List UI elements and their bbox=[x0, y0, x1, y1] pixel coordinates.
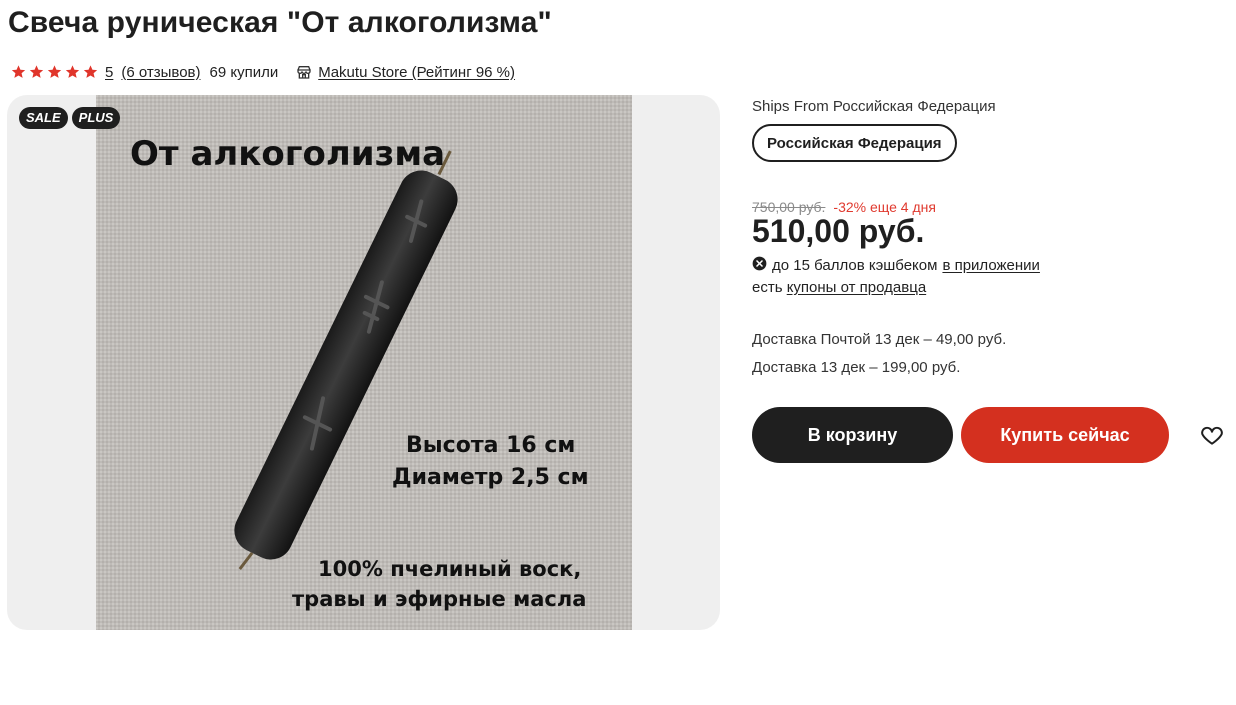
add-to-cart-button[interactable]: В корзину bbox=[752, 407, 953, 463]
ship-country-chip[interactable]: Российская Федерация bbox=[752, 124, 957, 162]
delivery-standard: Доставка 13 дек – 199,00 руб. bbox=[752, 359, 961, 376]
rating-value-link[interactable]: 5 bbox=[105, 64, 113, 81]
ships-from-label: Ships From Российская Федерация bbox=[752, 98, 996, 115]
delivery-post: Доставка Почтой 13 дек – 49,00 руб. bbox=[752, 331, 1007, 348]
star-icon bbox=[46, 64, 63, 80]
image-headline: От алкоголизма bbox=[130, 134, 445, 174]
store-link[interactable]: Makutu Store (Рейтинг 96 %) bbox=[318, 64, 515, 81]
coupon-link[interactable]: купоны от продавца bbox=[787, 279, 926, 296]
star-icon bbox=[10, 64, 27, 80]
image-height-text: Высота 16 см bbox=[406, 433, 575, 458]
sale-badge: SALE bbox=[19, 107, 68, 129]
product-photo[interactable]: От алкоголизма Высота 16 см Диаметр 2,5 … bbox=[96, 95, 632, 630]
coupon-text: есть bbox=[752, 279, 783, 296]
coupon-row: есть купоны от продавца bbox=[752, 279, 926, 296]
star-icon bbox=[28, 64, 45, 80]
star-icon bbox=[64, 64, 81, 80]
plus-badge: PLUS bbox=[71, 107, 121, 129]
current-price: 510,00 руб. bbox=[752, 213, 925, 249]
badges: SALE PLUS bbox=[19, 107, 121, 129]
bought-count: 69 купили bbox=[209, 63, 279, 81]
cashback-app-link[interactable]: в приложении bbox=[942, 257, 1040, 274]
image-material-line1: 100% пчелиный воск, bbox=[318, 557, 581, 581]
image-material-line2: травы и эфирные масла bbox=[292, 587, 586, 611]
store-icon bbox=[296, 64, 312, 80]
buy-now-button[interactable]: Купить сейчас bbox=[961, 407, 1169, 463]
product-meta: 5 (6 отзывов) 69 купили Makutu Store (Ре… bbox=[10, 61, 515, 83]
image-diameter-text: Диаметр 2,5 см bbox=[392, 465, 589, 490]
rating-stars bbox=[10, 64, 99, 80]
star-icon bbox=[82, 64, 99, 80]
close-circle-icon bbox=[752, 256, 767, 275]
cashback-text: до 15 баллов кэшбеком bbox=[772, 257, 938, 274]
product-gallery[interactable]: От алкоголизма Высота 16 см Диаметр 2,5 … bbox=[7, 95, 720, 630]
cashback-row: до 15 баллов кэшбеком в приложении bbox=[752, 256, 1040, 275]
reviews-link[interactable]: (6 отзывов) bbox=[121, 64, 200, 81]
product-title: Свеча руническая "От алкоголизма" bbox=[8, 6, 552, 39]
heart-icon[interactable] bbox=[1199, 422, 1225, 448]
